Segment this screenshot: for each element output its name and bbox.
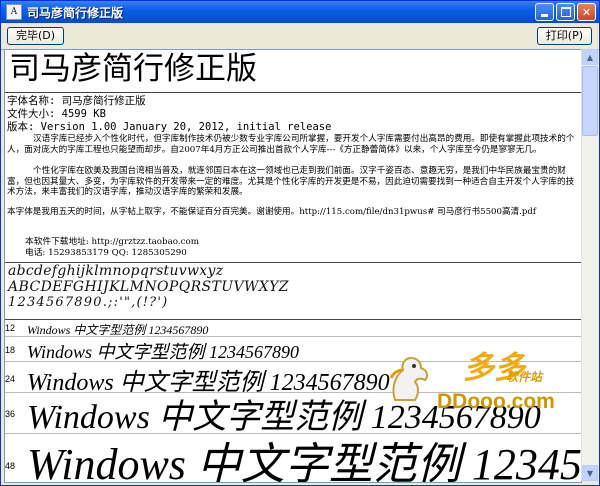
lowercase-sample: abcdefghijklmnopqrstuvwxyz [8, 263, 224, 279]
scroll-down-button[interactable]: ▼ [582, 465, 598, 481]
digits-sample: 1234567890.;:'",(!?') [8, 295, 169, 310]
close-icon: ✕ [581, 5, 592, 19]
print-button[interactable]: 打印(P) [536, 27, 592, 45]
divider [5, 319, 581, 320]
uppercase-sample: ABCDEFGHIJKLMNOPQRSTUVWXYZ [8, 279, 289, 295]
description-paragraph: 汉语字库已经步入个性化时代，但字库制作技术仍被少数专业字库公司所掌握，要开发个人… [7, 134, 575, 155]
font-preview-area: 司马彦简行修正版 字体名称: 司马彦简行修正版 文件大小: 4599 KB 版本… [4, 49, 582, 483]
minimize-icon [541, 14, 548, 17]
version-info: 版本: Version 1.00 January 20, 2012, initi… [7, 121, 332, 133]
ddooo-watermark: 多多 软件站 DDooo.com [379, 342, 581, 418]
watermark-site-label: 软件站 [506, 370, 543, 384]
font-name-info: 字体名称: 司马彦简行修正版 [7, 95, 146, 107]
contact-info: 电话: 15293853179 QQ: 1285305290 [25, 248, 187, 258]
minimize-button[interactable] [535, 3, 554, 21]
toolbar: 完毕(D) 打印(P) [1, 23, 599, 50]
chevron-down-icon: ▼ [586, 468, 594, 478]
scroll-thumb[interactable] [582, 66, 598, 136]
maximize-button[interactable] [556, 3, 575, 21]
title-bar[interactable]: A 司马彦简行修正版 ✕ [1, 1, 599, 23]
download-address: 本软件下载地址: http://grztzz.taobao.com [25, 237, 199, 247]
close-button[interactable]: ✕ [577, 3, 596, 21]
font-display-name: 司马彦简行修正版 [9, 51, 257, 87]
window-title: 司马彦简行修正版 [27, 5, 124, 20]
horse-logo-icon [389, 356, 429, 401]
vertical-scrollbar[interactable]: ▲ ▼ [581, 49, 598, 481]
window-controls: ✕ [535, 3, 596, 21]
size-label: 36 [5, 409, 16, 419]
done-button[interactable]: 完毕(D) [7, 27, 65, 45]
divider [5, 336, 581, 337]
size-label: 48 [5, 461, 16, 471]
description-paragraph: 个性化字库在欧美及我国台湾相当普及，就连邻国日本在这一领域也已走到我们前面。汉字… [7, 166, 575, 198]
scroll-up-button[interactable]: ▲ [582, 49, 598, 65]
size-label: 18 [5, 345, 16, 355]
maximize-icon [560, 7, 571, 17]
size-label: 12 [5, 323, 16, 333]
chevron-up-icon: ▲ [586, 52, 594, 62]
size-sample: Windows 中文字型范例 1234567890 [27, 440, 582, 483]
divider [5, 92, 581, 93]
size-label: 24 [5, 374, 16, 384]
document-icon: A [6, 4, 22, 20]
usage-note: 本字体是我用五天的时间，从字帖上取字，不能保证百分百完美。谢谢使用。http:/… [7, 207, 537, 217]
file-size-info: 文件大小: 4599 KB [7, 108, 106, 120]
watermark-domain: DDooo.com [437, 390, 555, 413]
